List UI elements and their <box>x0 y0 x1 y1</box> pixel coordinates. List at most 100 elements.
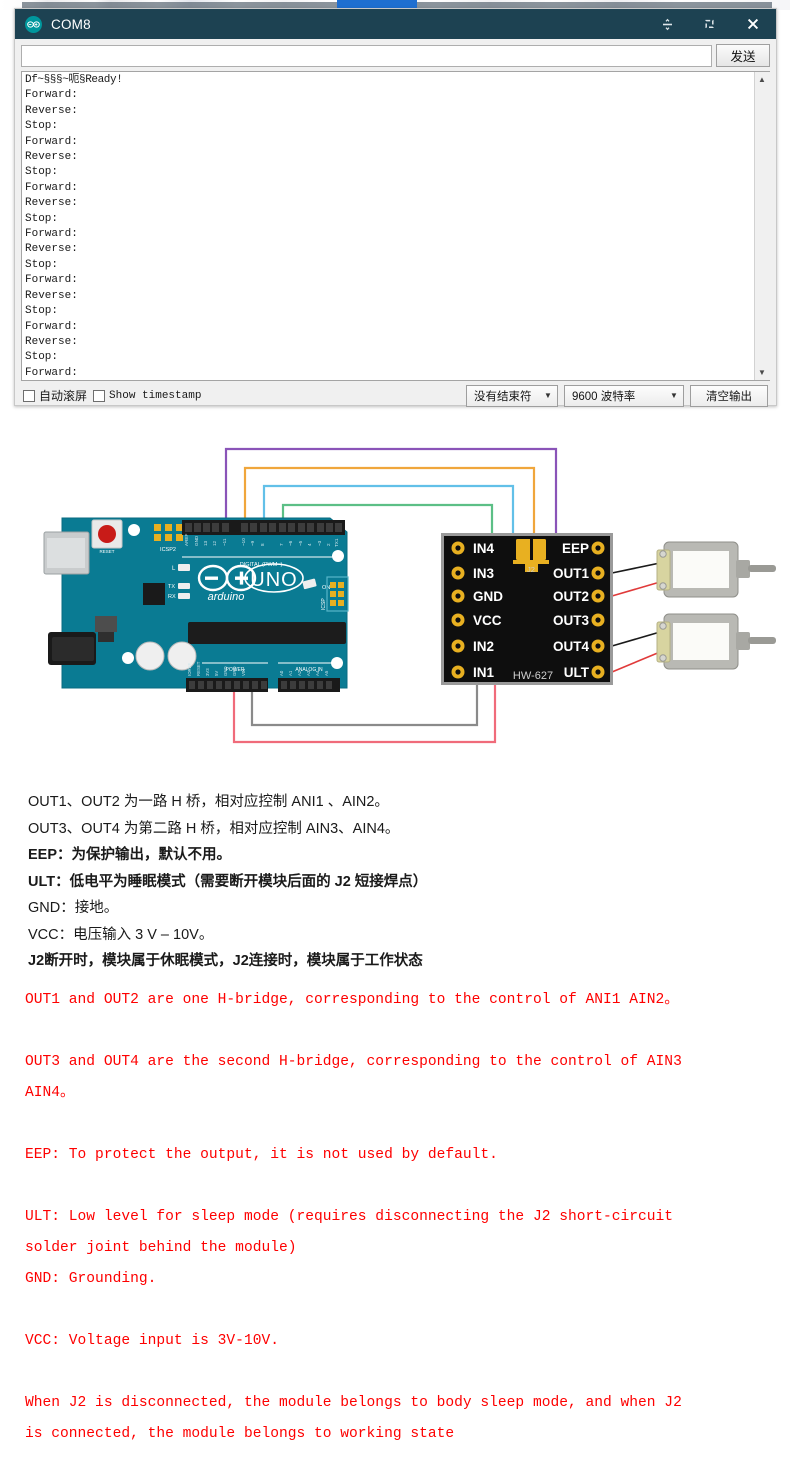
window-title: COM8 <box>51 16 91 32</box>
send-row: 发送 <box>15 39 776 71</box>
svg-text:ICSP2: ICSP2 <box>160 547 176 553</box>
chinese-note-line: ULT：低电平为睡眠模式（需要断开模块后面的 J2 短接焊点） <box>28 873 428 890</box>
english-note-line: EEP: To protect the output, it is not us… <box>25 1147 498 1163</box>
caret-up-icon[interactable]: ▲ <box>754 72 770 87</box>
serial-output-area: Df~§§§~呃§Ready! Forward: Reverse: Stop: Forw… <box>21 71 770 381</box>
serial-output-line: Reverse: <box>25 335 78 348</box>
svg-text:~6: ~6 <box>288 540 293 546</box>
window-controls <box>646 9 776 39</box>
autoscroll-label: 自动滚屏 <box>39 389 88 403</box>
checkbox-box[interactable] <box>23 389 35 402</box>
baud-rate-dropdown[interactable]: 9600 波特率 ▼ <box>564 384 684 407</box>
english-notes-block: OUT1 and OUT2 are one H-bridge, correspo… <box>25 985 785 1450</box>
serial-send-input[interactable] <box>21 44 712 67</box>
module-pin-label-eep: EEP <box>562 541 589 556</box>
serial-output-line: Forward: <box>25 89 78 102</box>
svg-text:A1: A1 <box>288 670 293 676</box>
serial-monitor-bottom-bar: 自动滚屏 Show timestamp 没有结束符 ▼ 9600 波特率 ▼ 清… <box>15 381 776 409</box>
line-ending-dropdown[interactable]: 没有结束符 ▼ <box>466 384 558 407</box>
svg-text:~3: ~3 <box>317 540 322 546</box>
serial-output-line: Stop: <box>25 305 59 318</box>
svg-text:RESET: RESET <box>99 549 114 554</box>
svg-text:GND: GND <box>232 666 237 676</box>
module-pin-label-out2: OUT2 <box>553 589 589 604</box>
serial-output-line: Df~§§§~呃§Ready! <box>25 74 123 86</box>
caret-down-icon[interactable]: ▼ <box>754 365 770 380</box>
english-note-spacer <box>25 1016 785 1047</box>
send-button[interactable]: 发送 <box>716 44 770 67</box>
svg-text:ICSP: ICSP <box>321 598 327 610</box>
chevron-down-icon[interactable]: ▼ <box>665 391 683 400</box>
chinese-note-line: VCC：电压输入 3 V – 10V。 <box>28 926 214 943</box>
svg-text:12: 12 <box>212 540 217 546</box>
svg-text:RX: RX <box>168 594 176 600</box>
line-ending-value: 没有结束符 <box>474 390 532 403</box>
show-timestamp-label: Show timestamp <box>109 389 202 402</box>
module-pin-label-in4: IN4 <box>473 541 495 556</box>
maximize-restore-button[interactable] <box>688 9 730 39</box>
show-timestamp-checkbox[interactable]: Show timestamp <box>93 389 202 402</box>
serial-output-line: Reverse: <box>25 243 78 256</box>
svg-text:GND: GND <box>223 666 228 676</box>
chinese-notes-block: OUT1、OUT2 为一路 H 桥，相对应控制 ANI1 、AIN2。 OUT3、… <box>28 789 768 975</box>
serial-output-line: Forward: <box>25 366 78 379</box>
svg-text:arduino: arduino <box>208 591 245 603</box>
motor2-lead-black <box>611 631 661 647</box>
english-note-line: OUT1 and OUT2 are one H-bridge, correspo… <box>25 992 679 1008</box>
serial-output-line: Reverse: <box>25 151 78 164</box>
baud-rate-value: 9600 波特率 <box>572 390 636 403</box>
svg-text:IOREF: IOREF <box>187 662 192 676</box>
serial-output-text: Df~§§§~呃§Ready! Forward: Reverse: Stop: Forw… <box>22 72 754 380</box>
motor-driver-module: IN4 IN3 GND VCC IN2 IN1 EEP OUT1 OUT2 OU… <box>441 533 613 685</box>
module-pin-label-in3: IN3 <box>473 566 495 581</box>
autoscroll-checkbox[interactable]: 自动滚屏 <box>23 387 87 404</box>
english-note-line: OUT3 and OUT4 are the second H-bridge, c… <box>25 1054 682 1070</box>
module-pin-label-gnd: GND <box>473 589 503 604</box>
module-pin-label-vcc: VCC <box>473 613 502 628</box>
wiring-diagram-svg: RESET ICSP2 AREF GND 13 12 ~11 ~10 ~9 8 … <box>43 447 776 744</box>
module-pin-label-in1: IN1 <box>473 665 495 680</box>
arduino-uno-board: RESET ICSP2 AREF GND 13 12 ~11 ~10 ~9 8 … <box>43 517 349 692</box>
chinese-note-line: EEP：为保护输出，默认不用。 <box>28 847 232 863</box>
chinese-note-line: GND：接地。 <box>28 900 119 916</box>
svg-text:VIN: VIN <box>241 669 246 676</box>
svg-text:~5: ~5 <box>298 540 303 546</box>
wiring-diagram: RESET ICSP2 AREF GND 13 12 ~11 ~10 ~9 8 … <box>0 420 790 770</box>
english-note-spacer <box>25 1109 785 1140</box>
svg-text:3V3: 3V3 <box>205 668 210 676</box>
module-part-number: HW-627 <box>513 670 553 682</box>
desktop-highlight-sliver <box>337 0 417 8</box>
serial-output-line: Stop: <box>25 120 59 133</box>
minimize-button[interactable] <box>646 9 688 39</box>
svg-text:TX1: TX1 <box>334 538 339 547</box>
english-note-spacer <box>25 1171 785 1202</box>
motor2-lead-red <box>611 651 661 673</box>
serial-output-scrollbar[interactable]: ▲ ▼ <box>754 72 770 380</box>
motor1-lead-black <box>611 562 661 574</box>
serial-output-line: Forward: <box>25 228 78 241</box>
clear-output-button[interactable]: 清空输出 <box>690 384 768 407</box>
svg-text:2: 2 <box>326 543 331 546</box>
english-note-line: AIN4。 <box>25 1085 75 1101</box>
svg-text:A2: A2 <box>297 670 302 676</box>
svg-text:13: 13 <box>203 540 208 546</box>
serial-output-line: Reverse: <box>25 197 78 210</box>
scrollbar-track[interactable] <box>754 87 770 365</box>
svg-text:AREF: AREF <box>184 534 189 546</box>
dc-motor-2 <box>656 613 776 670</box>
checkbox-box[interactable] <box>93 389 106 402</box>
english-note-line: GND: Grounding. <box>25 1271 157 1287</box>
module-pin-label-out1: OUT1 <box>553 566 589 581</box>
chinese-note-line: OUT1、OUT2 为一路 H 桥，相对应控制 ANI1 、AIN2。 <box>28 794 389 810</box>
close-button[interactable] <box>730 9 776 39</box>
serial-output-line: Stop: <box>25 212 59 225</box>
svg-text:RESET: RESET <box>196 661 201 676</box>
serial-output-line: Forward: <box>25 274 78 287</box>
svg-text:7: 7 <box>279 543 284 546</box>
serial-output-line: Forward: <box>25 181 78 194</box>
svg-text:~11: ~11 <box>222 538 227 546</box>
svg-text:TX: TX <box>168 584 175 590</box>
chinese-note-line: OUT3、OUT4 为第二路 H 桥，相对应控制 AIN3、AIN4。 <box>28 820 400 837</box>
svg-text:8: 8 <box>260 543 265 546</box>
chevron-down-icon[interactable]: ▼ <box>539 391 557 400</box>
